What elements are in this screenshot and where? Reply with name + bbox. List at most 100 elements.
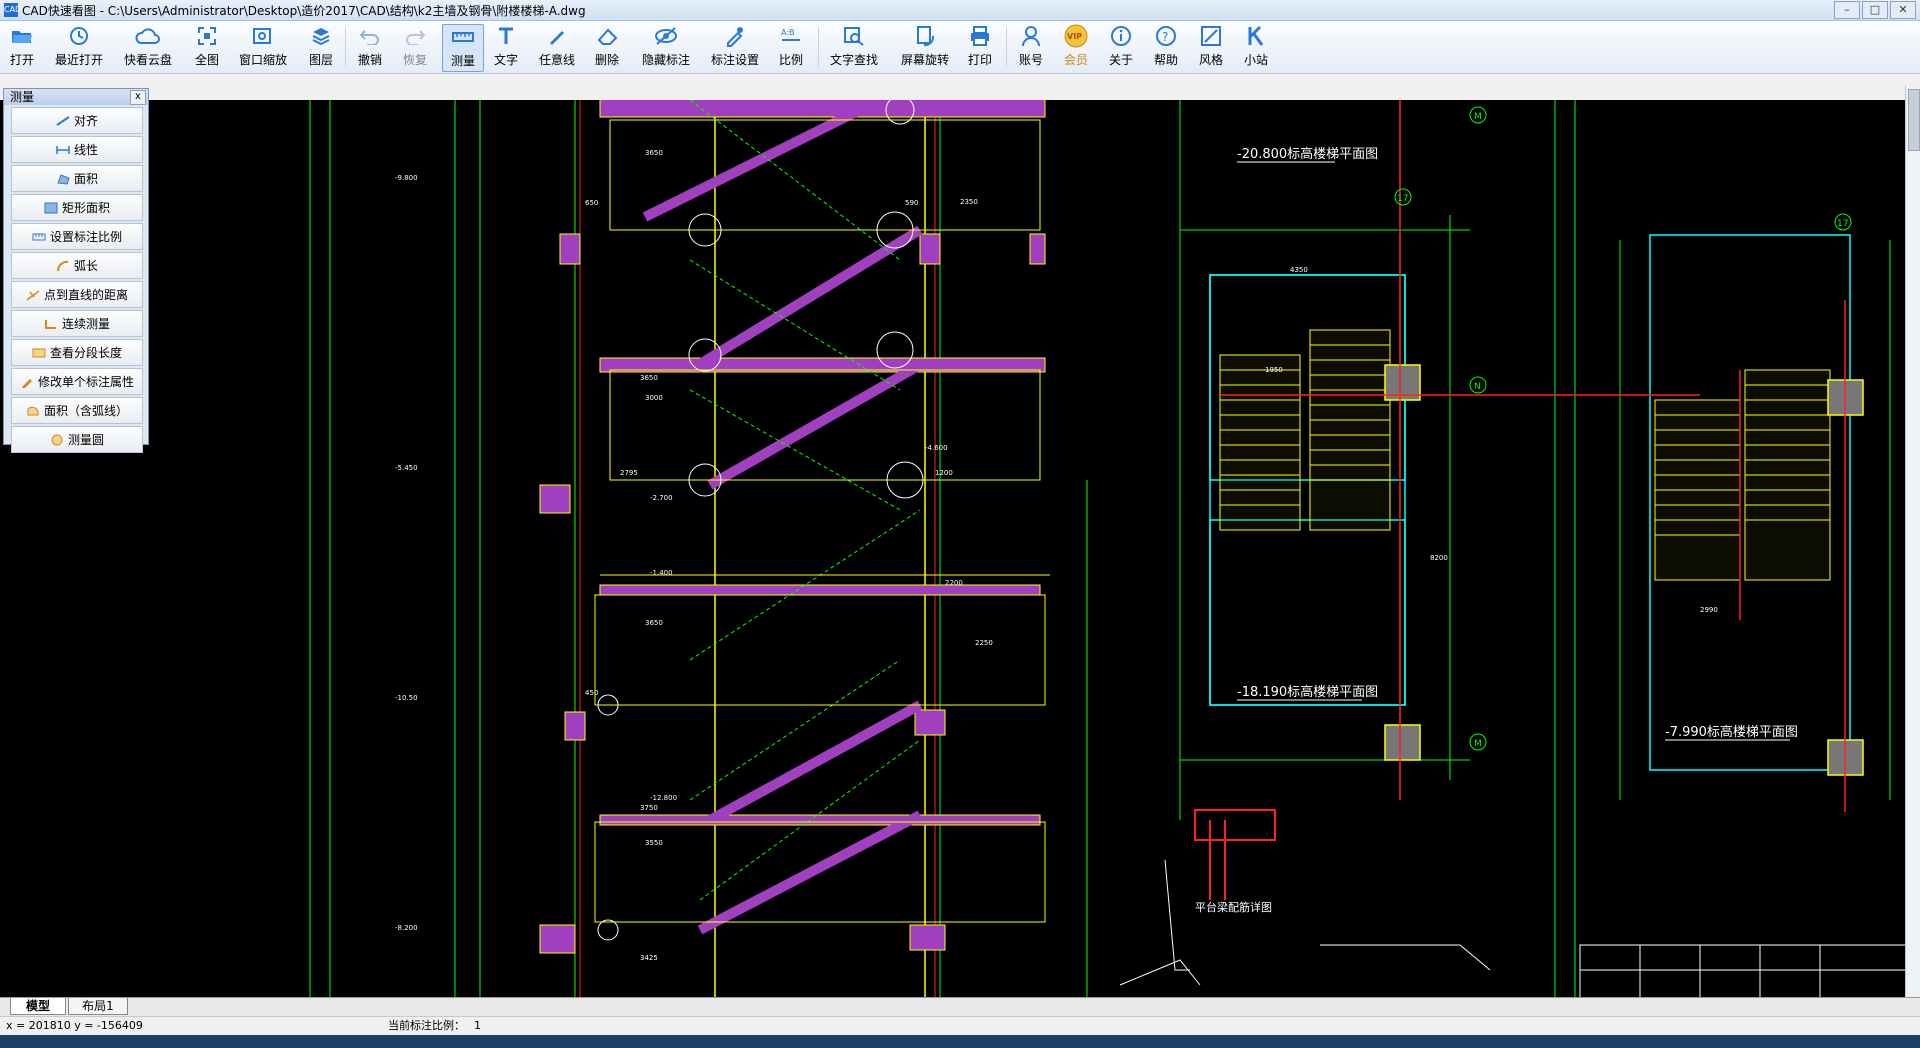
close-button[interactable]: ✕ [1890,1,1916,19]
redo-icon [401,24,429,48]
scroll-thumb[interactable] [1908,89,1920,151]
tab-layout1[interactable]: 布局1 [68,998,128,1015]
measure-button[interactable]: 测量 [442,24,484,72]
dimension-label: 2990 [1700,606,1718,614]
cad-drawing: M N M 17 17 -20.800标高楼梯平面图 -18.190标高楼梯平面… [309,100,1920,997]
freehand-line-label: 任意线 [538,53,575,67]
scale-button[interactable]: A:B 比例 [774,24,808,70]
info-icon [1107,24,1135,48]
measure-circle-button[interactable]: 测量圆 [11,426,143,453]
edit-annotation-icon [21,378,32,388]
current-scale-value: 1 [474,1019,481,1032]
measure-edit-annotation-button[interactable]: 修改单个标注属性 [11,368,143,395]
elevation-label: -9.800 [395,174,418,182]
toolbar-separator [345,27,346,67]
account-button[interactable]: 账号 [1014,24,1048,70]
style-button[interactable]: 风格 [1194,24,1228,70]
text-button[interactable]: 文字 [489,24,523,70]
dimension-label: 4350 [1290,266,1308,274]
help-button[interactable]: ? 帮助 [1149,24,1183,70]
layers-label: 图层 [308,53,333,67]
plan-title: -18.190标高楼梯平面图 [1237,684,1378,700]
current-scale-label: 当前标注比例： [388,1019,465,1032]
full-view-button[interactable]: 全图 [190,24,224,70]
measure-item-label: 对齐 [73,114,98,128]
scale-label: 比例 [778,53,803,67]
measure-arc-length-button[interactable]: 弧长 [11,252,143,279]
pen-icon [543,24,571,48]
text-search-label: 文字查找 [829,53,878,67]
eraser-icon [593,24,621,48]
text-search-button[interactable]: 文字查找 [826,24,882,70]
measure-segment-length-button[interactable]: 查看分段长度 [11,339,143,366]
measure-linear-button[interactable]: 线性 [11,136,143,163]
svg-text:A:B: A:B [781,28,795,37]
redo-button[interactable]: 恢复 [398,24,432,70]
help-label: 帮助 [1153,53,1178,67]
elevation-label: -1.400 [650,569,673,577]
plan-title: -20.800标高楼梯平面图 [1237,146,1378,162]
point-line-distance-icon [26,289,40,301]
tab-model[interactable]: 模型 [10,998,66,1015]
area-icon [57,173,70,185]
measure-aligned-button[interactable]: 对齐 [11,107,143,134]
station-button[interactable]: 小站 [1239,24,1273,70]
minimize-button[interactable]: – [1834,1,1860,19]
layers-button[interactable]: 图层 [304,24,338,70]
station-label: 小站 [1243,53,1268,67]
plan-title: 平台梁配筋详图 [1195,900,1272,914]
measure-set-scale-button[interactable]: 设置标注比例 [11,223,143,250]
about-button[interactable]: 关于 [1104,24,1138,70]
app-icon: CAD [4,3,21,17]
window-zoom-button[interactable]: 窗口缩放 [236,24,290,70]
grid-bubble-label: M [1474,112,1482,122]
grid-bubble-label: 17 [1397,194,1408,204]
grid-bubble-label: N [1474,382,1481,392]
cloud-icon [134,24,162,48]
dimension-label: 3750 [640,804,658,812]
dimension-label: 3000 [645,394,663,402]
maximize-button[interactable]: □ [1862,1,1888,19]
measure-rect-area-button[interactable]: 矩形面积 [11,194,143,221]
print-button[interactable]: 打印 [963,24,997,70]
sub-toolbar [0,74,1920,101]
title-bar: CAD CAD快速看图 - C:\Users\Administrator\Des… [0,0,1920,21]
undo-button[interactable]: 撤销 [353,24,387,70]
vip-button[interactable]: VIP 会员 [1059,24,1093,70]
delete-button[interactable]: 删除 [590,24,624,70]
measure-continuous-button[interactable]: 连续测量 [11,310,143,337]
dimension-label: 590 [905,199,918,207]
measure-area-button[interactable]: 面积 [11,165,143,192]
dimension-label: 3650 [645,619,663,627]
measure-item-label: 面积（含弧线） [43,404,128,418]
elevation-label: -12.800 [650,794,677,802]
continuous-measure-icon [44,319,56,329]
print-label: 打印 [967,53,992,67]
toolbar-separator [1006,27,1007,67]
main-toolbar: 打开 最近打开 快看云盘 全图 窗口缩放 图层 撤销 恢复 测量 文字 任意线 [0,21,1920,74]
measure-panel-close-button[interactable]: x [130,90,146,105]
svg-text:?: ? [1162,30,1168,44]
freehand-line-button[interactable]: 任意线 [535,24,579,70]
recent-open-button[interactable]: 最近打开 [52,24,106,70]
vertical-scrollbar[interactable] [1905,85,1920,997]
measure-circle-icon [51,434,63,445]
dimension-label: 1950 [1265,366,1283,374]
annotation-settings-button[interactable]: 标注设置 [707,24,763,70]
drawing-canvas[interactable]: M N M 17 17 -20.800标高楼梯平面图 -18.190标高楼梯平面… [0,100,1920,997]
measure-point-line-button[interactable]: 点到直线的距离 [11,281,143,308]
measure-area-arc-button[interactable]: 面积（含弧线） [11,397,143,424]
dimension-label: 2200 [945,579,963,587]
measure-item-label: 设置标注比例 [49,230,122,244]
measure-panel-title: 测量 [10,90,35,104]
measure-panel-header[interactable]: 测量 x [4,89,148,105]
rotate-screen-button[interactable]: 屏幕旋转 [897,24,953,70]
area-arc-icon [27,406,39,415]
hide-annotation-button[interactable]: 隐藏标注 [638,24,694,70]
open-button[interactable]: 打开 [5,24,39,70]
plan-title: -7.990标高楼梯平面图 [1665,724,1798,740]
folder-open-icon [8,24,36,48]
cloud-drive-button[interactable]: 快看云盘 [120,24,176,70]
print-icon [966,24,994,48]
dimension-label: 1200 [935,469,953,477]
